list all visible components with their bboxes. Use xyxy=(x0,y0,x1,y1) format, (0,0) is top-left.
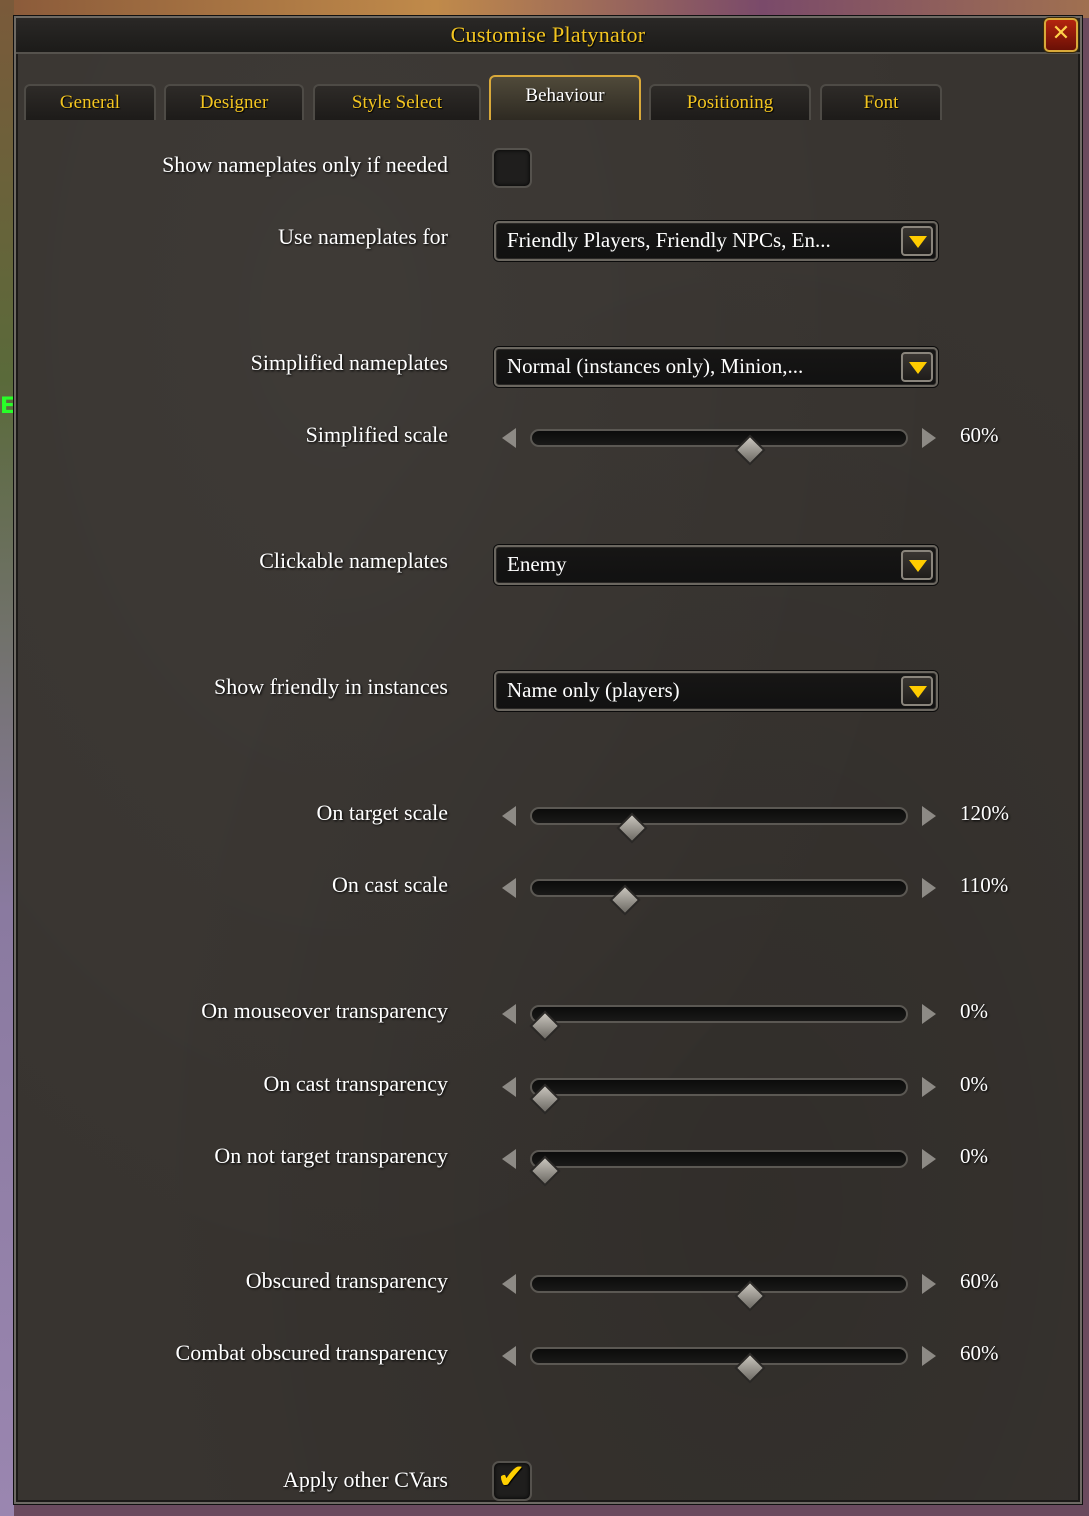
simplified-scale-slider[interactable] xyxy=(494,418,944,466)
on-mouseover-transparency-label: On mouseover transparency xyxy=(201,998,448,1023)
dropdown-value: Friendly Players, Friendly NPCs, En... xyxy=(507,228,831,252)
slider-track[interactable] xyxy=(530,1347,908,1384)
on-cast-transparency-label: On cast transparency xyxy=(263,1071,448,1096)
clickable-nameplates-label: Clickable nameplates xyxy=(259,548,448,573)
slider-thumb[interactable] xyxy=(734,1352,766,1384)
tab-label: Style Select xyxy=(351,92,443,113)
close-icon: ✕ xyxy=(1051,21,1071,46)
combat-obscured-transparency-value: 60% xyxy=(960,1341,999,1365)
tab-behaviour[interactable]: Behaviour xyxy=(489,75,641,120)
decrease-arrow-icon[interactable] xyxy=(498,1342,520,1370)
close-button[interactable]: ✕ xyxy=(1044,18,1078,52)
slider-track[interactable] xyxy=(530,879,908,916)
tab-label: General xyxy=(59,92,121,113)
chevron-down-icon[interactable] xyxy=(901,676,933,706)
dropdown-value: Normal (instances only), Minion,... xyxy=(507,354,804,378)
increase-arrow-icon[interactable] xyxy=(918,424,940,452)
slider-thumb[interactable] xyxy=(529,1155,561,1187)
decrease-arrow-icon[interactable] xyxy=(498,424,520,452)
on-target-scale-label: On target scale xyxy=(316,800,448,825)
on-cast-scale-label: On cast scale xyxy=(331,872,448,897)
slider-track[interactable] xyxy=(529,1005,908,1042)
on-target-scale-slider[interactable] xyxy=(494,796,944,844)
obscured-transparency-slider[interactable] xyxy=(494,1264,944,1312)
clickable-nameplates-dropdown[interactable]: Enemy xyxy=(494,545,938,585)
on-not-target-transparency-value: 0% xyxy=(960,1144,988,1168)
combat-obscured-transparency-slider[interactable] xyxy=(494,1336,944,1384)
tab-label: Designer xyxy=(199,92,269,113)
obscured-transparency-label: Obscured transparency xyxy=(245,1268,448,1293)
on-not-target-transparency-label: On not target transparency xyxy=(214,1143,448,1168)
simplified-nameplates-dropdown[interactable]: Normal (instances only), Minion,... xyxy=(494,347,938,387)
increase-arrow-icon[interactable] xyxy=(918,1145,940,1173)
slider-thumb[interactable] xyxy=(734,1280,766,1312)
on-not-target-transparency-slider[interactable] xyxy=(494,1139,944,1187)
slider-thumb[interactable] xyxy=(529,1083,561,1115)
slider-track[interactable] xyxy=(529,1150,908,1187)
title-bar[interactable]: Customise Platynator ✕ xyxy=(16,18,1080,54)
increase-arrow-icon[interactable] xyxy=(918,1000,940,1028)
slider-thumb[interactable] xyxy=(734,434,766,466)
background-unit-text: E xyxy=(0,394,16,419)
tab-style-select[interactable]: Style Select xyxy=(313,84,481,120)
increase-arrow-icon[interactable] xyxy=(918,1270,940,1298)
checkmark-icon: ✔ xyxy=(497,1457,526,1497)
dropdown-value: Name only (players) xyxy=(507,678,680,702)
combat-obscured-transparency-label: Combat obscured transparency xyxy=(175,1340,448,1365)
slider-track[interactable] xyxy=(530,429,908,466)
simplified-scale-label: Simplified scale xyxy=(305,422,448,447)
increase-arrow-icon[interactable] xyxy=(918,874,940,902)
slider-track[interactable] xyxy=(530,1275,908,1312)
game-world-backdrop-left xyxy=(0,0,14,1516)
chevron-down-icon[interactable] xyxy=(901,226,933,256)
on-cast-transparency-value: 0% xyxy=(960,1072,988,1096)
window-title: Customise Platynator xyxy=(450,22,646,47)
decrease-arrow-icon[interactable] xyxy=(498,802,520,830)
slider-thumb[interactable] xyxy=(529,1010,561,1042)
slider-thumb[interactable] xyxy=(609,884,641,916)
on-target-scale-value: 120% xyxy=(960,801,1009,825)
increase-arrow-icon[interactable] xyxy=(918,1073,940,1101)
tab-font[interactable]: Font xyxy=(820,84,942,120)
dropdown-value: Enemy xyxy=(507,552,567,576)
show-friendly-in-instances-dropdown[interactable]: Name only (players) xyxy=(494,671,938,711)
decrease-arrow-icon[interactable] xyxy=(498,1145,520,1173)
apply-other-cvars-label: Apply other CVars xyxy=(283,1467,448,1492)
use-nameplates-for-label: Use nameplates for xyxy=(278,224,448,249)
decrease-arrow-icon[interactable] xyxy=(498,1270,520,1298)
decrease-arrow-icon[interactable] xyxy=(498,1073,520,1101)
show-only-if-needed-label: Show nameplates only if needed xyxy=(162,152,448,177)
decrease-arrow-icon[interactable] xyxy=(498,874,520,902)
apply-other-cvars-checkbox[interactable]: ✔ xyxy=(492,1457,532,1501)
tab-label: Font xyxy=(863,92,899,113)
simplified-scale-value: 60% xyxy=(960,423,999,447)
on-mouseover-transparency-slider[interactable] xyxy=(494,994,944,1042)
on-cast-transparency-slider[interactable] xyxy=(494,1067,944,1115)
obscured-transparency-value: 60% xyxy=(960,1269,999,1293)
tab-designer[interactable]: Designer xyxy=(164,84,304,120)
slider-thumb[interactable] xyxy=(616,812,648,844)
slider-track[interactable] xyxy=(530,807,908,844)
on-cast-scale-slider[interactable] xyxy=(494,868,944,916)
increase-arrow-icon[interactable] xyxy=(918,1342,940,1370)
tab-positioning[interactable]: Positioning xyxy=(649,84,811,120)
on-mouseover-transparency-value: 0% xyxy=(960,999,988,1023)
on-cast-scale-value: 110% xyxy=(960,873,1009,897)
show-friendly-in-instances-label: Show friendly in instances xyxy=(213,674,448,699)
increase-arrow-icon[interactable] xyxy=(918,802,940,830)
tab-label: Positioning xyxy=(686,92,774,113)
decrease-arrow-icon[interactable] xyxy=(498,1000,520,1028)
slider-track[interactable] xyxy=(529,1078,908,1115)
chevron-down-icon[interactable] xyxy=(901,550,933,580)
show-only-if-needed-checkbox[interactable] xyxy=(492,148,532,188)
use-nameplates-for-dropdown[interactable]: Friendly Players, Friendly NPCs, En... xyxy=(494,221,938,261)
chevron-down-icon[interactable] xyxy=(901,352,933,382)
tab-label: Behaviour xyxy=(525,85,605,106)
settings-window: Customise Platynator ✕ General Designer … xyxy=(14,16,1082,1504)
tab-general[interactable]: General xyxy=(24,84,156,120)
simplified-nameplates-label: Simplified nameplates xyxy=(250,350,448,375)
